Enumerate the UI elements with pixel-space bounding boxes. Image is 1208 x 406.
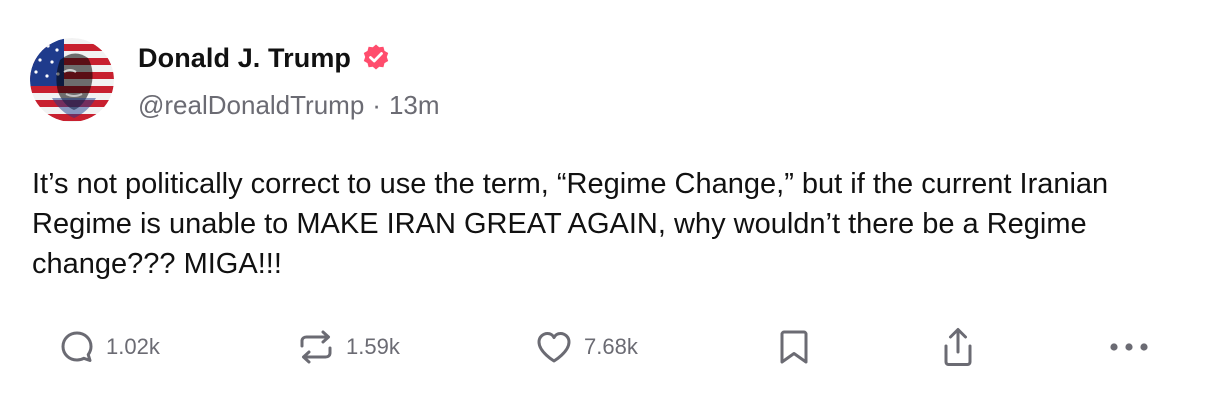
like-count: 7.68k xyxy=(584,334,638,359)
handle-row: @realDonaldTrump · 13m xyxy=(138,90,440,121)
separator: · xyxy=(372,90,381,120)
share-icon xyxy=(940,326,976,368)
avatar[interactable] xyxy=(30,38,114,122)
flag-portrait-avatar-image xyxy=(30,38,114,122)
handle[interactable]: @realDonaldTrump xyxy=(138,90,364,121)
action-bar: 1.02k 1.59k 7.68k xyxy=(0,322,1208,372)
verified-badge-icon xyxy=(361,43,391,73)
post-header: Donald J. Trump @realDonaldTrump · 13m xyxy=(138,40,440,121)
reply-icon xyxy=(58,328,96,366)
repost-count: 1.59k xyxy=(346,334,400,359)
display-name[interactable]: Donald J. Trump xyxy=(138,43,351,74)
repost-button[interactable]: 1.59k xyxy=(296,322,400,372)
like-button[interactable]: 7.68k xyxy=(534,322,638,372)
bookmark-button[interactable] xyxy=(776,322,812,372)
heart-icon xyxy=(534,328,574,366)
more-icon xyxy=(1108,341,1150,353)
timestamp[interactable]: 13m xyxy=(389,90,440,121)
post-card: Donald J. Trump @realDonaldTrump · 13m I… xyxy=(0,0,1208,406)
reply-button[interactable]: 1.02k xyxy=(58,322,160,372)
name-row: Donald J. Trump xyxy=(138,40,440,76)
bookmark-icon xyxy=(776,327,812,367)
reply-count: 1.02k xyxy=(106,334,160,359)
more-button[interactable] xyxy=(1108,322,1150,372)
share-button[interactable] xyxy=(940,322,976,372)
repost-icon xyxy=(296,328,336,366)
post-text: It’s not politically correct to use the … xyxy=(32,168,1109,280)
